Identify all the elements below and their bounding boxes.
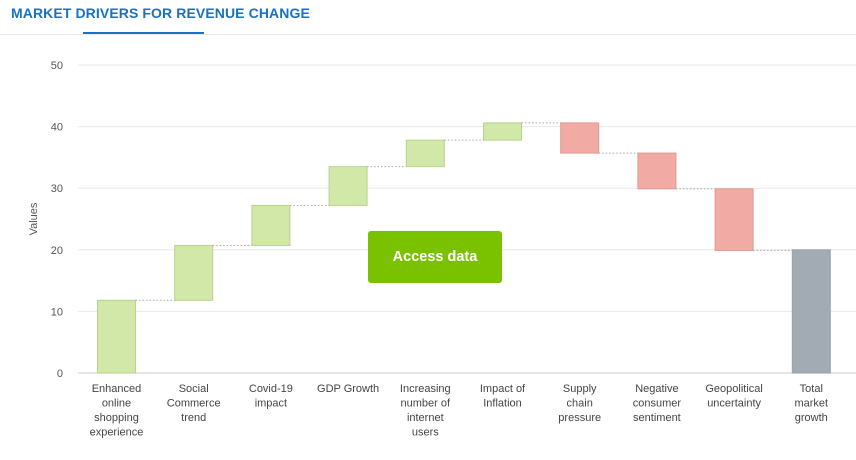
chart-bar (97, 299, 136, 374)
access-data-button[interactable]: Access data (368, 231, 502, 283)
page-title: MARKET DRIVERS FOR REVENUE CHANGE (11, 5, 310, 21)
y-tick-label: 0 (57, 368, 63, 380)
y-tick-label: 50 (51, 60, 63, 72)
y-tick-label: 10 (51, 306, 63, 318)
x-tick-label: Covid-19 impact (249, 383, 293, 410)
x-tick-label: Negative consumer sentiment (633, 383, 682, 424)
x-tick-label: Geopolitical uncertainty (705, 383, 762, 410)
x-tick-label: Total market growth (794, 383, 828, 424)
chart-bar (174, 244, 214, 301)
chart-bar (405, 139, 445, 168)
chart-bar (637, 152, 677, 190)
x-tick-label: Social Commerce trend (167, 383, 221, 424)
y-tick-label: 20 (51, 245, 63, 257)
chart-bar (791, 249, 831, 374)
chart-bar (328, 166, 368, 206)
chart-bar (560, 122, 600, 154)
x-tick-label: GDP Growth (317, 383, 379, 395)
x-tick-label: Enhanced online shopping experience (90, 383, 144, 439)
chart-header: MARKET DRIVERS FOR REVENUE CHANGE (0, 0, 856, 35)
x-tick-label: Increasing number of internet users (400, 383, 451, 439)
x-tick-label: Impact of Inflation (480, 383, 526, 410)
chart-bar (714, 188, 754, 251)
chart-bar (251, 204, 291, 246)
y-axis-label: Values (28, 202, 40, 235)
chart-bar (483, 122, 522, 141)
y-tick-label: 30 (51, 183, 63, 195)
y-tick-label: 40 (51, 122, 63, 134)
x-tick-label: Supply chain pressure (558, 383, 601, 424)
